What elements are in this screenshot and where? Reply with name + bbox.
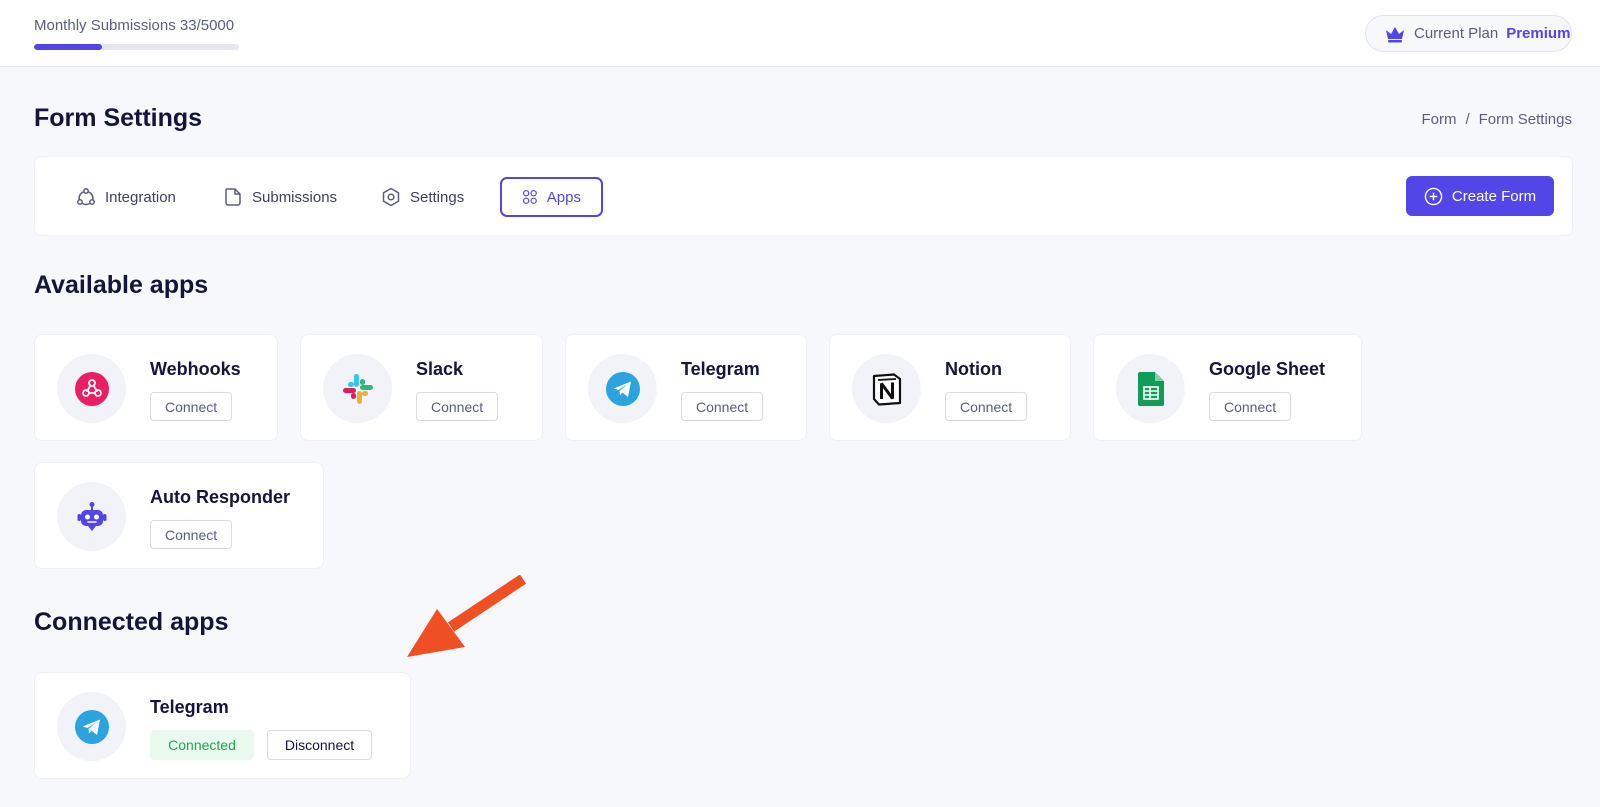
connect-notion-button[interactable]: Connect: [945, 392, 1028, 421]
settings-tabs-card: Integration Submissions Settings Apps Cr…: [34, 156, 1573, 236]
connect-slack-button[interactable]: Connect: [416, 392, 499, 421]
app-name: Slack: [416, 359, 464, 379]
robot-icon: [77, 501, 106, 531]
connect-google-sheet-button[interactable]: Connect: [1209, 392, 1292, 421]
telegram-icon: [74, 709, 109, 744]
plan-label: Current Plan: [1414, 25, 1499, 42]
tab-apps[interactable]: Apps: [500, 177, 603, 217]
breadcrumb-separator: /: [1465, 111, 1470, 128]
connect-auto-responder-button[interactable]: Connect: [150, 520, 233, 549]
available-apps-title: Available apps: [34, 271, 209, 299]
tab-label: Integration: [105, 188, 176, 206]
connected-apps-title: Connected apps: [34, 608, 229, 636]
apps-grid-icon: [522, 190, 537, 204]
settings-icon: [382, 187, 400, 207]
google-sheet-icon: [1137, 371, 1164, 406]
usage-progress-track: [34, 44, 239, 50]
usage-progress-fill: [34, 44, 102, 50]
app-card-google-sheet: Google Sheet Connect: [1093, 334, 1362, 441]
app-name: Google Sheet: [1209, 359, 1326, 379]
breadcrumb-item-current: Form Settings: [1478, 111, 1572, 128]
page-title: Form Settings: [34, 104, 203, 132]
webhooks-icon: [74, 371, 109, 406]
app-card-slack: Slack Connect: [300, 334, 543, 441]
top-bar: Monthly Submissions 33/5000 Current Plan…: [0, 0, 1600, 67]
app-name: Auto Responder: [150, 487, 291, 507]
document-icon: [225, 188, 241, 206]
connect-telegram-button[interactable]: Connect: [681, 392, 764, 421]
app-name: Webhooks: [150, 359, 241, 379]
app-card-auto-responder: Auto Responder Connect: [34, 462, 324, 569]
app-card-telegram: Telegram Connect: [565, 334, 807, 441]
app-name: Telegram: [150, 697, 229, 717]
integration-icon: [77, 188, 95, 206]
current-plan-pill[interactable]: Current Plan Premium: [1365, 15, 1572, 52]
breadcrumb: Form / Form Settings: [1421, 111, 1572, 128]
connect-webhooks-button[interactable]: Connect: [150, 392, 233, 421]
tab-settings[interactable]: Settings: [361, 177, 484, 217]
annotation-arrow-icon: [407, 575, 527, 657]
app-card-notion: Notion Connect: [829, 334, 1071, 441]
usage-label: Monthly Submissions 33/5000: [34, 17, 235, 34]
tab-submissions[interactable]: Submissions: [203, 177, 357, 217]
breadcrumb-item-form[interactable]: Form: [1421, 111, 1456, 128]
connected-app-card-telegram: Telegram Connected Disconnect: [34, 672, 411, 779]
notion-icon: [872, 372, 901, 406]
tab-label: Submissions: [252, 188, 338, 206]
plus-circle-icon: [1424, 187, 1443, 205]
app-name: Notion: [945, 359, 1002, 379]
crown-icon: [1386, 26, 1404, 42]
usage-meter: Monthly Submissions 33/5000: [34, 17, 239, 50]
slack-icon: [342, 373, 373, 404]
create-form-button[interactable]: Create Form: [1406, 176, 1554, 216]
plan-value: Premium: [1506, 25, 1571, 42]
tab-label: Apps: [546, 188, 581, 206]
app-name: Telegram: [681, 359, 760, 379]
create-form-label: Create Form: [1451, 187, 1537, 205]
telegram-icon: [605, 371, 640, 406]
tab-integration[interactable]: Integration: [56, 177, 196, 217]
tab-label: Settings: [410, 188, 465, 206]
disconnect-telegram-button[interactable]: Disconnect: [267, 730, 372, 760]
connected-status-badge: Connected: [150, 730, 254, 760]
app-card-webhooks: Webhooks Connect: [34, 334, 278, 441]
